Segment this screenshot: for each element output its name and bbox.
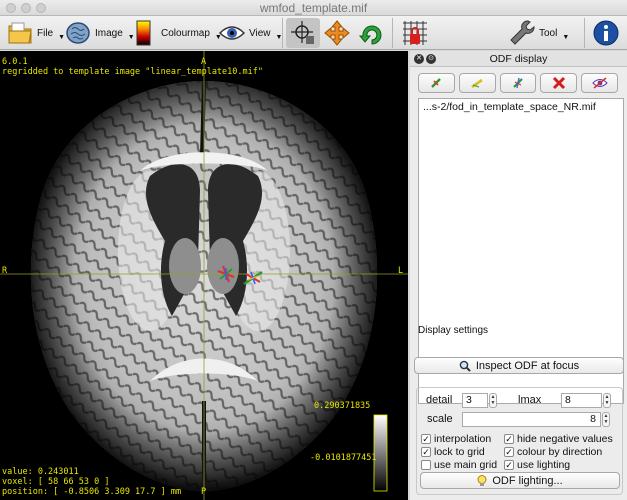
check-icon: ✓ — [504, 447, 514, 457]
grid-lock-icon — [403, 21, 427, 45]
tool-menu-label: Tool — [539, 27, 558, 39]
brain-slice-image — [0, 51, 408, 500]
odf-lighting-label: ODF lighting... — [492, 474, 563, 487]
crosshair-icon — [291, 21, 314, 44]
view-menu-button[interactable]: View ▼ — [218, 18, 282, 48]
close-image-button[interactable] — [540, 73, 578, 93]
lmax-label: lmax — [518, 394, 542, 406]
check-icon: ✓ — [504, 460, 514, 470]
display-settings-title: Display settings — [418, 325, 489, 336]
folder-icon — [8, 22, 32, 44]
lmax-spinbox[interactable]: 8 — [561, 393, 602, 408]
colourmap-menu-button[interactable]: Colourmap ▼ — [130, 18, 222, 48]
main-toolbar: File ▼ Image ▼ Colourmap ▼ View ▼ Tool ▼ — [0, 16, 627, 50]
odf-panel-header: ✕ ⊙ ODF display — [410, 51, 627, 67]
crosshair-mode-button[interactable] — [286, 18, 320, 48]
colour-by-direction-label: colour by direction — [517, 446, 603, 458]
move-arrows-icon — [324, 20, 350, 46]
use-lighting-label: use lighting — [517, 459, 571, 471]
open-dixel-button[interactable] — [458, 73, 496, 93]
rotate-icon — [358, 25, 382, 45]
about-button[interactable] — [590, 18, 622, 48]
close-window-button[interactable] — [6, 3, 16, 13]
magnifier-icon — [459, 360, 471, 372]
rotate-mode-button[interactable] — [356, 18, 386, 48]
orientation-right: R — [2, 266, 8, 276]
use-main-grid-checkbox[interactable]: use main grid — [421, 459, 497, 471]
chevron-down-icon: ▼ — [562, 33, 570, 41]
open-tensor-button[interactable] — [499, 73, 537, 93]
list-item[interactable]: ...s-2/fod_in_template_space_NR.mif — [419, 99, 623, 114]
odf-panel-title: ODF display — [489, 53, 548, 65]
position-readout: position: [ -0.8506 3.309 17.7 ] mm — [2, 487, 182, 497]
colourmap-icon — [136, 20, 151, 46]
value-readout: value: 0.243011 — [2, 467, 79, 477]
view-menu-label: View — [249, 27, 271, 39]
detail-spinbox[interactable]: 3 — [462, 393, 488, 408]
colour-bar-min: -0.0101877451 — [310, 453, 377, 463]
colourmap-menu-label: Colourmap — [161, 27, 210, 39]
toolbar-separator — [584, 18, 585, 48]
detail-stepper[interactable]: ▲ ▼ — [489, 393, 497, 408]
odf-toolbar — [418, 73, 618, 93]
scale-stepper[interactable]: ▲ ▼ — [602, 412, 610, 427]
open-odf-image-button[interactable] — [418, 73, 455, 93]
window-title-bar: wmfod_template.mif — [0, 0, 627, 16]
inspect-odf-label: Inspect ODF at focus — [475, 359, 580, 372]
hide-image-button[interactable] — [581, 73, 618, 93]
voxel-readout: voxel: [ 58 66 53 0 ] — [2, 477, 110, 487]
open-glyph-icon — [431, 78, 442, 88]
close-panel-icon[interactable]: ✕ — [414, 54, 424, 64]
pan-mode-button[interactable] — [322, 18, 352, 48]
close-x-icon — [552, 76, 565, 90]
open-dixel-icon — [471, 78, 483, 89]
check-icon: ✓ — [421, 447, 431, 457]
toolbar-separator — [282, 18, 283, 48]
file-menu-label: File — [37, 27, 54, 39]
brain-icon — [66, 22, 90, 44]
interpolation-checkbox[interactable]: ✓ interpolation — [421, 433, 491, 445]
lock-to-grid-label: lock to grid — [434, 446, 485, 458]
orientation-anterior: A — [201, 57, 207, 67]
orientation-left: L — [398, 266, 404, 276]
info-icon — [593, 20, 619, 46]
colour-bar-max: 0.290371835 — [314, 401, 371, 411]
wrench-icon — [510, 20, 535, 45]
float-panel-icon[interactable]: ⊙ — [426, 54, 436, 64]
image-menu-button[interactable]: Image ▼ — [64, 18, 135, 48]
lmax-stepper[interactable]: ▲ ▼ — [603, 393, 611, 408]
unchecked-box-icon — [421, 460, 431, 470]
orientation-posterior: P — [201, 487, 207, 497]
hide-negative-checkbox[interactable]: ✓ hide negative values — [504, 433, 613, 445]
hide-negative-label: hide negative values — [517, 433, 613, 445]
inspect-odf-button[interactable]: Inspect ODF at focus — [414, 357, 624, 374]
image-menu-label: Image — [95, 27, 123, 39]
interpolation-label: interpolation — [434, 433, 492, 445]
lock-to-grid-checkbox[interactable]: ✓ lock to grid — [421, 446, 485, 458]
colour-by-direction-checkbox[interactable]: ✓ colour by direction — [504, 446, 602, 458]
file-menu-button[interactable]: File ▼ — [6, 18, 65, 48]
version-text: 6.0.1 — [2, 57, 28, 67]
hide-eye-icon — [591, 77, 608, 89]
minimize-window-button[interactable] — [21, 3, 31, 13]
detail-label: detail — [426, 394, 453, 406]
odf-lighting-button[interactable]: ODF lighting... — [420, 472, 620, 489]
check-icon: ✓ — [504, 434, 514, 444]
image-viewer[interactable]: 6.0.1 regridded to template image "linea… — [0, 51, 408, 500]
check-icon: ✓ — [421, 434, 431, 444]
tool-menu-button[interactable]: Tool ▼ — [508, 18, 569, 48]
use-lighting-checkbox[interactable]: ✓ use lighting — [504, 459, 570, 471]
eye-icon — [218, 26, 246, 40]
lightbulb-icon — [477, 474, 487, 486]
use-main-grid-label: use main grid — [434, 459, 498, 471]
window-title: wmfod_template.mif — [259, 1, 368, 15]
lock-button[interactable] — [398, 18, 432, 48]
regrid-text: regridded to template image "linear_temp… — [2, 67, 263, 77]
toolbar-separator — [392, 18, 393, 48]
scale-spinbox[interactable]: 8 — [462, 412, 601, 427]
open-tensor-icon — [513, 77, 523, 89]
zoom-window-button[interactable] — [36, 3, 46, 13]
scale-label: scale — [427, 413, 453, 425]
